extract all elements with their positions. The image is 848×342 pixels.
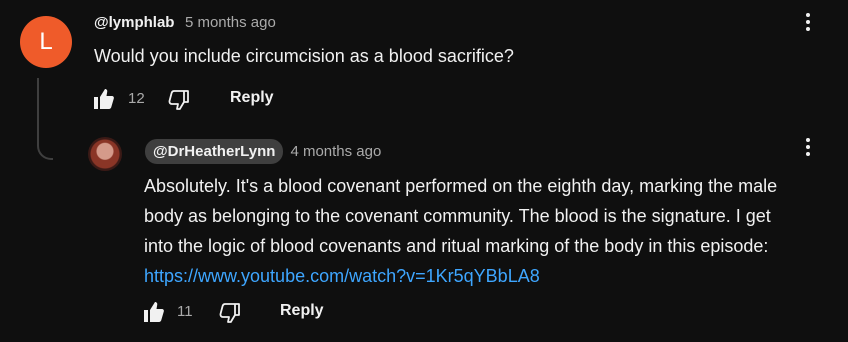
reply-text: Absolutely. It's a blood covenant perfor… (144, 171, 844, 291)
reply-button[interactable]: Reply (230, 89, 274, 107)
reply-author-chip[interactable]: @DrHeatherLynn (145, 139, 284, 164)
avatar[interactable] (88, 137, 122, 171)
comment-text: Would you include circumcision as a bloo… (94, 46, 514, 66)
video-link[interactable]: https://www.youtube.com/watch?v=1Kr5qYBb… (144, 266, 540, 286)
reply-text-line: Absolutely. It's a blood covenant perfor… (144, 176, 778, 196)
comment-author[interactable]: @lymphlab (94, 14, 174, 31)
comment-menu-button[interactable] (802, 11, 814, 41)
reply-header: @DrHeatherLynn 4 months ago (145, 139, 381, 164)
reply-text-line: body as belonging to the covenant commun… (144, 206, 771, 226)
thumbs-up-icon[interactable] (142, 300, 166, 324)
comment-time[interactable]: 5 months ago (185, 14, 276, 31)
comment-header: @lymphlab 5 months ago (94, 14, 276, 32)
reply-menu-button[interactable] (802, 136, 814, 166)
more-vert-icon (802, 136, 814, 156)
avatar[interactable]: L (20, 16, 72, 68)
like-count: 12 (128, 90, 145, 107)
thumbs-down-icon[interactable] (218, 300, 242, 324)
thumbs-down-icon[interactable] (167, 87, 191, 111)
thread-connector (37, 78, 53, 160)
more-vert-icon (802, 11, 814, 31)
reply-button[interactable]: Reply (280, 302, 324, 320)
reply-time[interactable]: 4 months ago (290, 143, 381, 160)
like-count: 11 (177, 303, 193, 320)
reply-text-line: into the logic of blood covenants and ri… (144, 236, 769, 256)
thumbs-up-icon[interactable] (92, 87, 116, 111)
